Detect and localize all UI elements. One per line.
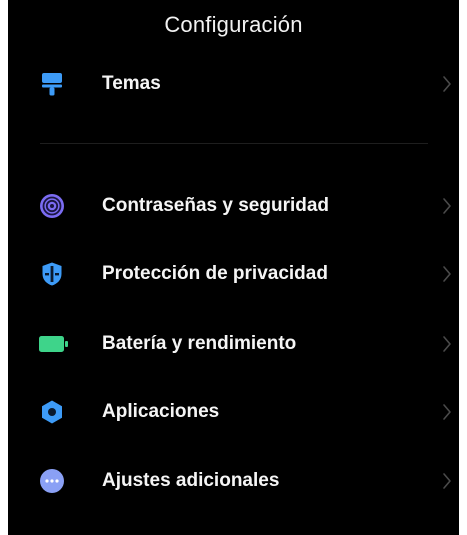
chevron-right-icon bbox=[442, 335, 452, 353]
fingerprint-icon bbox=[38, 192, 66, 220]
settings-item-privacy-protection[interactable]: Protección de privacidad bbox=[8, 245, 459, 303]
settings-item-label: Aplicaciones bbox=[102, 401, 220, 422]
page-title: Configuración bbox=[164, 12, 303, 37]
settings-item-applications[interactable]: Aplicaciones bbox=[8, 383, 459, 441]
shield-icon bbox=[38, 260, 66, 288]
gear-icon bbox=[38, 398, 66, 426]
settings-item-battery-performance[interactable]: Batería y rendimiento bbox=[8, 315, 459, 373]
chevron-right-icon bbox=[442, 197, 452, 215]
settings-item-label: Ajustes adicionales bbox=[102, 470, 280, 491]
chevron-right-icon bbox=[442, 403, 452, 421]
settings-item-additional-settings[interactable]: Ajustes adicionales bbox=[8, 452, 459, 510]
settings-item-passwords-security[interactable]: Contraseñas y seguridad bbox=[8, 177, 459, 235]
settings-screen: Configuración Temas Contraseñas y seguri… bbox=[8, 0, 459, 535]
paintbrush-icon bbox=[38, 70, 66, 98]
settings-item-label: Protección de privacidad bbox=[102, 263, 328, 284]
settings-item-label: Temas bbox=[102, 73, 161, 94]
battery-icon bbox=[38, 330, 70, 358]
settings-item-temas[interactable]: Temas bbox=[8, 55, 459, 113]
chevron-right-icon bbox=[442, 75, 452, 93]
chevron-right-icon bbox=[442, 472, 452, 490]
settings-item-label: Contraseñas y seguridad bbox=[102, 195, 330, 216]
section-divider bbox=[40, 143, 428, 144]
chevron-right-icon bbox=[442, 265, 452, 283]
more-dots-icon bbox=[38, 467, 66, 495]
settings-item-label: Batería y rendimiento bbox=[102, 333, 297, 354]
